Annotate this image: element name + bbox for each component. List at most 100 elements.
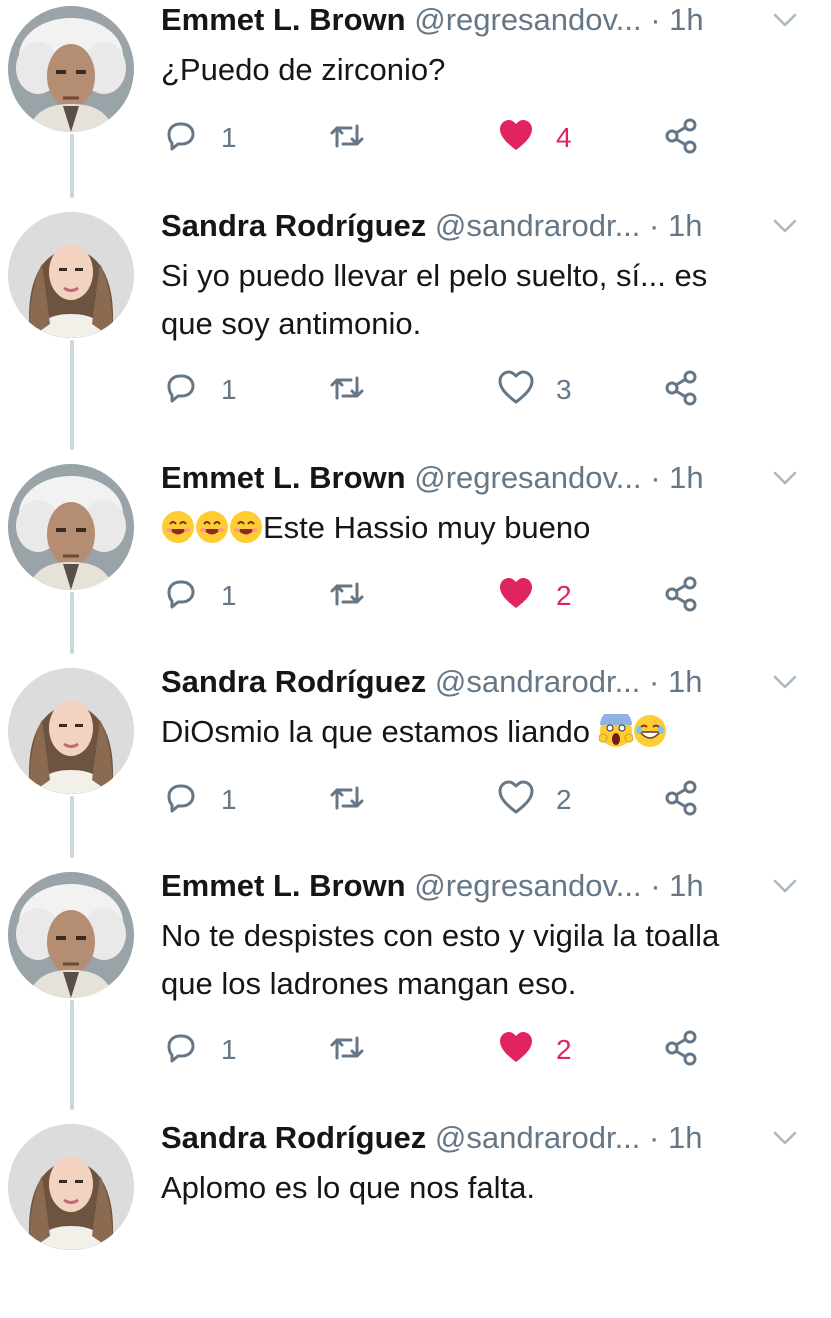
separator-dot: ·: [649, 1120, 660, 1155]
heart-icon: [496, 368, 536, 413]
author-name[interactable]: Sandra Rodríguez: [161, 208, 426, 243]
tweet-actions: 1 2: [161, 780, 721, 820]
author-handle[interactable]: @regresandov...: [414, 2, 641, 37]
tweet-text-content: No te despistes con esto y vigila la toa…: [161, 918, 720, 953]
avatar[interactable]: [8, 212, 134, 338]
smiling-face-emoji: [195, 510, 229, 545]
retweet-button[interactable]: [327, 1030, 367, 1070]
tweet-text-line: Si yo puedo llevar el pelo suelto, sí...…: [161, 252, 821, 300]
retweet-button[interactable]: [327, 370, 367, 410]
tweet-text-content: que soy antimonio.: [161, 306, 422, 341]
like-count: 3: [556, 374, 572, 405]
screaming-face-emoji: [598, 714, 633, 749]
retweet-button[interactable]: [327, 118, 367, 158]
tweet-text-line: Aplomo es lo que nos falta.: [161, 1164, 821, 1212]
author-name[interactable]: Emmet L. Brown: [161, 460, 406, 495]
reply-count: 1: [221, 580, 237, 611]
avatar[interactable]: [8, 1124, 134, 1250]
tweet[interactable]: Sandra Rodríguez @sandrarodr... · 1h DiOs…: [0, 662, 831, 862]
like-count: 2: [556, 1034, 572, 1065]
separator-dot: ·: [650, 460, 661, 495]
timestamp[interactable]: 1h: [668, 664, 702, 699]
share-button[interactable]: [661, 780, 701, 820]
chevron-down-icon[interactable]: [771, 4, 799, 32]
heart-icon: [496, 116, 536, 161]
smiling-face-emoji: [161, 510, 195, 545]
like-button[interactable]: 2: [496, 1030, 572, 1070]
tweet-text-line: Este Hassio muy bueno: [161, 504, 821, 552]
timestamp[interactable]: 1h: [669, 2, 703, 37]
timestamp[interactable]: 1h: [668, 1120, 702, 1155]
like-button[interactable]: 2: [496, 780, 572, 820]
like-count: 2: [556, 784, 572, 815]
share-icon: [661, 368, 701, 413]
share-button[interactable]: [661, 576, 701, 616]
reply-icon: [161, 574, 201, 619]
share-icon: [661, 1028, 701, 1073]
chevron-down-icon[interactable]: [771, 462, 799, 490]
author-name[interactable]: Emmet L. Brown: [161, 2, 406, 37]
separator-dot: ·: [650, 2, 661, 37]
tweet-text: Este Hassio muy bueno: [161, 504, 821, 552]
tweet-text: No te despistes con esto y vigila la toa…: [161, 912, 821, 1008]
avatar[interactable]: [8, 668, 134, 794]
separator-dot: ·: [649, 208, 660, 243]
reply-button[interactable]: 1: [161, 576, 237, 616]
avatar[interactable]: [8, 464, 134, 590]
chevron-down-icon[interactable]: [771, 1122, 799, 1150]
tweet[interactable]: Sandra Rodríguez @sandrarodr... · 1h Si y…: [0, 206, 831, 406]
reply-button[interactable]: 1: [161, 370, 237, 410]
tweet-text-line: ¿Puedo de zirconio?: [161, 46, 821, 94]
share-button[interactable]: [661, 118, 701, 158]
share-button[interactable]: [661, 1030, 701, 1070]
retweet-button[interactable]: [327, 576, 367, 616]
tweet[interactable]: Emmet L. Brown @regresandov... · 1h Este …: [0, 458, 831, 658]
timestamp[interactable]: 1h: [669, 460, 703, 495]
like-count: 4: [556, 122, 572, 153]
avatar[interactable]: [8, 872, 134, 998]
laughing-face-emoji: [633, 714, 667, 749]
author-handle[interactable]: @sandrarodr...: [435, 1120, 641, 1155]
tweet-actions: 1 3: [161, 370, 721, 410]
share-button[interactable]: [661, 370, 701, 410]
tweet-text-content: Si yo puedo llevar el pelo suelto, sí...…: [161, 258, 708, 293]
like-button[interactable]: 4: [496, 118, 572, 158]
tweet-header: Emmet L. Brown @regresandov... · 1h: [161, 866, 831, 906]
chevron-down-icon[interactable]: [771, 666, 799, 694]
tweet-text-content: DiOsmio la que estamos liando: [161, 714, 591, 749]
chevron-down-icon[interactable]: [771, 870, 799, 898]
retweet-button[interactable]: [327, 780, 367, 820]
heart-icon: [496, 574, 536, 619]
smiling-face-emoji: [229, 510, 263, 545]
tweet-text: Aplomo es lo que nos falta.: [161, 1164, 821, 1212]
timestamp[interactable]: 1h: [669, 868, 703, 903]
reply-count: 1: [221, 122, 237, 153]
author-handle[interactable]: @sandrarodr...: [435, 208, 641, 243]
author-handle[interactable]: @regresandov...: [414, 460, 641, 495]
reply-count: 1: [221, 784, 237, 815]
tweet[interactable]: Emmet L. Brown @regresandov... · 1h ¿Pued…: [0, 0, 831, 200]
reply-button[interactable]: 1: [161, 118, 237, 158]
timestamp[interactable]: 1h: [668, 208, 702, 243]
author-name[interactable]: Sandra Rodríguez: [161, 1120, 426, 1155]
author-name[interactable]: Emmet L. Brown: [161, 868, 406, 903]
author-name[interactable]: Sandra Rodríguez: [161, 664, 426, 699]
tweet-actions: 1 4: [161, 118, 721, 158]
like-button[interactable]: 3: [496, 370, 572, 410]
reply-button[interactable]: 1: [161, 780, 237, 820]
avatar[interactable]: [8, 6, 134, 132]
retweet-icon: [327, 1028, 367, 1073]
reply-thread: Emmet L. Brown @regresandov... · 1h ¿Pued…: [0, 0, 831, 1250]
author-handle[interactable]: @sandrarodr...: [435, 664, 641, 699]
reply-icon: [161, 116, 201, 161]
tweet[interactable]: Sandra Rodríguez @sandrarodr... · 1h Aplo…: [0, 1118, 831, 1318]
retweet-icon: [327, 368, 367, 413]
tweet[interactable]: Emmet L. Brown @regresandov... · 1h No te…: [0, 866, 831, 1066]
chevron-down-icon[interactable]: [771, 210, 799, 238]
share-icon: [661, 778, 701, 823]
reply-button[interactable]: 1: [161, 1030, 237, 1070]
reply-icon: [161, 368, 201, 413]
like-button[interactable]: 2: [496, 576, 572, 616]
tweet-actions: 1 2: [161, 576, 721, 616]
author-handle[interactable]: @regresandov...: [414, 868, 641, 903]
